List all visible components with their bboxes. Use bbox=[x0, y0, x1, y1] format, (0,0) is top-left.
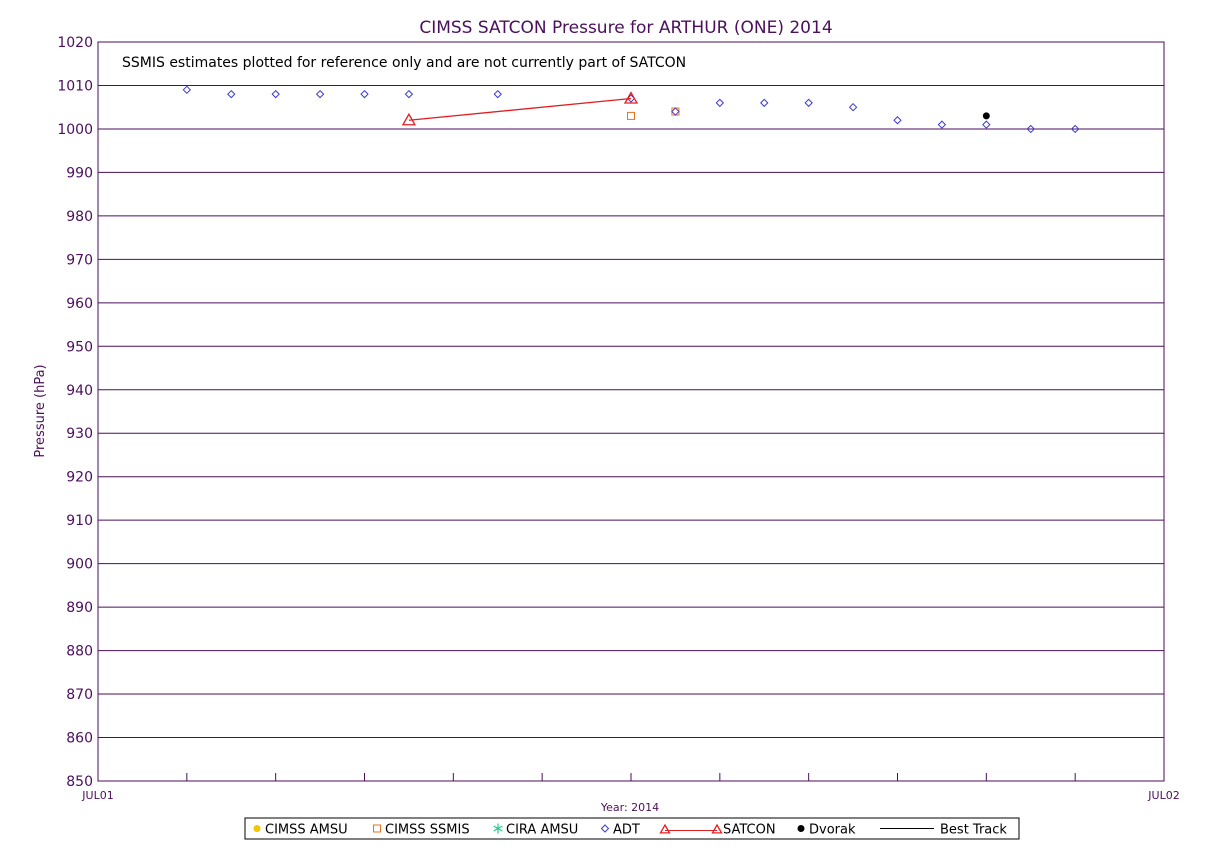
adt-point bbox=[937, 120, 947, 129]
y-axis-label: Pressure (hPa) bbox=[33, 364, 48, 457]
adt-point bbox=[271, 89, 280, 99]
tick-labels: 850 860 870 880 890 900 910 920 930 940 950 960 970 9… bbox=[57, 35, 1179, 802]
y-tick-label: 990 bbox=[66, 165, 93, 181]
y-tick-label: 1010 bbox=[57, 78, 93, 94]
y-tick-label: 900 bbox=[66, 557, 93, 573]
adt-point bbox=[848, 102, 858, 112]
y-tick-label: 950 bbox=[66, 339, 93, 355]
adt-point bbox=[982, 120, 991, 129]
legend-best-track-label: Best Track bbox=[940, 823, 1007, 838]
y-tick-label: 860 bbox=[66, 731, 93, 747]
y-tick-label: 960 bbox=[66, 296, 93, 312]
adt-point bbox=[404, 89, 414, 99]
y-tick-label: 870 bbox=[66, 687, 93, 703]
y-tick-label: 1020 bbox=[57, 35, 93, 51]
axes bbox=[97, 41, 1165, 782]
plot-frame bbox=[97, 41, 1165, 782]
satcon-line bbox=[408, 97, 632, 121]
adt-point bbox=[360, 89, 369, 99]
y-tick-label: 850 bbox=[66, 774, 93, 790]
adt-point bbox=[893, 116, 902, 125]
y-tick-label: 980 bbox=[66, 209, 93, 225]
x-tick-label: JUL01 bbox=[81, 789, 113, 802]
adt-point bbox=[227, 89, 236, 99]
cimss-ssmis-point bbox=[627, 111, 635, 120]
y-tick-label: 940 bbox=[66, 383, 93, 399]
adt-point bbox=[804, 98, 813, 108]
legend-satcon-label: SATCON bbox=[723, 823, 776, 838]
y-tick-label: 1000 bbox=[57, 122, 93, 138]
legend-cira-amsu-label: CIRA AMSU bbox=[506, 823, 578, 838]
adt-point bbox=[671, 107, 680, 116]
y-tick-label: 880 bbox=[66, 644, 93, 660]
grid-lines bbox=[98, 41, 1164, 782]
legend-cimss-ssmis-label: CIMSS SSMIS bbox=[385, 823, 470, 838]
legend-dvorak-label: Dvorak bbox=[809, 823, 856, 838]
x-tick-label: JUL02 bbox=[1147, 789, 1179, 802]
legend-cimss-amsu-marker bbox=[253, 825, 261, 832]
cimss-ssmis-point bbox=[671, 107, 680, 116]
adt-point bbox=[182, 85, 192, 95]
x-axis-label: Year: 2014 bbox=[600, 801, 659, 814]
legend: CIMSS AMSU CIMSS SSMIS CIRA AMSU ADT SATCON D… bbox=[244, 817, 1020, 840]
y-tick-label: 910 bbox=[66, 513, 93, 529]
satcon-pressure-chart: CIMSS SATCON Pressure for ARTHUR (ONE) 2… bbox=[33, 18, 1180, 840]
data-series bbox=[182, 85, 1080, 134]
y-tick-label: 890 bbox=[66, 600, 93, 616]
adt-point bbox=[493, 89, 502, 99]
legend-cimss-amsu-label: CIMSS AMSU bbox=[265, 823, 348, 838]
y-tick-label: 930 bbox=[66, 426, 93, 442]
chart-title: CIMSS SATCON Pressure for ARTHUR (ONE) 2… bbox=[419, 18, 832, 38]
adt-point bbox=[715, 98, 725, 108]
y-tick-label: 920 bbox=[66, 470, 93, 486]
dvorak-point bbox=[982, 112, 990, 120]
y-tick-label: 970 bbox=[66, 252, 93, 268]
adt-point bbox=[315, 89, 325, 99]
adt-point bbox=[760, 98, 769, 108]
legend-adt-label: ADT bbox=[613, 823, 640, 838]
chart-note: SSMIS estimates plotted for reference on… bbox=[122, 55, 686, 71]
legend-dvorak-marker bbox=[797, 825, 805, 832]
